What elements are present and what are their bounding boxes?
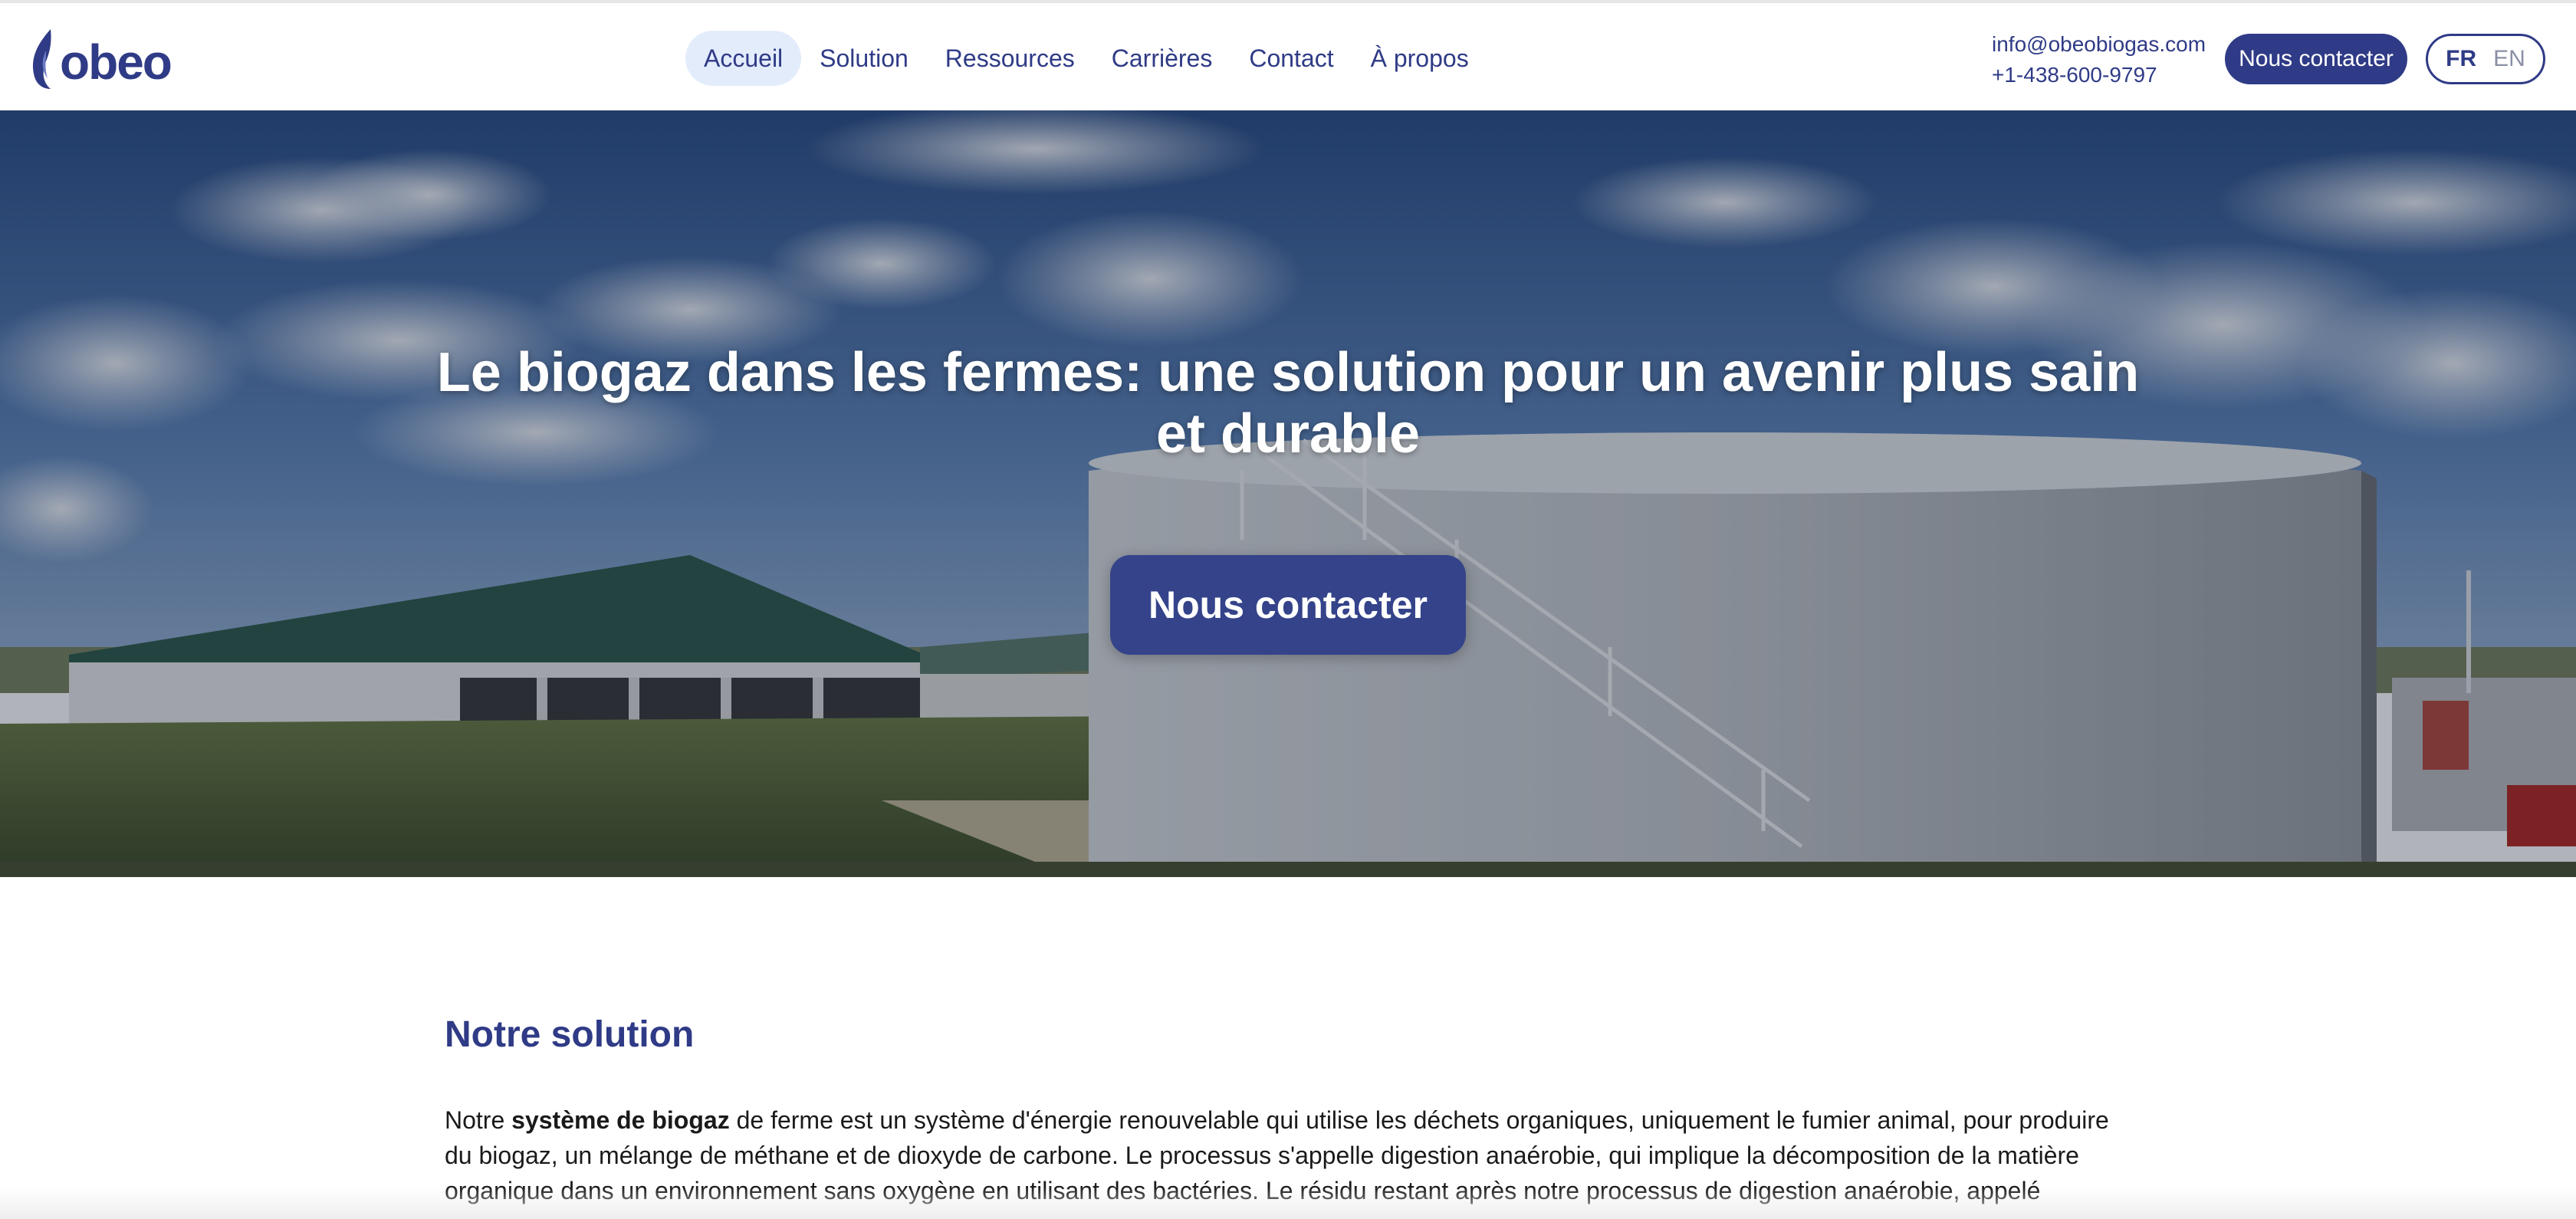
hero-title: Le biogaz dans les fermes: une solution … <box>436 342 2140 465</box>
lang-fr-option[interactable]: FR <box>2446 46 2476 72</box>
hero-overlay <box>0 110 2576 877</box>
lang-en-option[interactable]: EN <box>2493 46 2525 72</box>
language-toggle: FR EN <box>2426 34 2545 84</box>
nav-item-contact[interactable]: Contact <box>1230 31 1352 86</box>
nav-item-a-propos[interactable]: À propos <box>1352 31 1487 86</box>
nav-item-ressources[interactable]: Ressources <box>927 31 1093 86</box>
hero-contact-button[interactable]: Nous contacter <box>1110 555 1466 655</box>
main-nav: Accueil Solution Ressources Carrières Co… <box>685 31 1487 86</box>
paragraph-intro: Notre <box>445 1106 512 1134</box>
logo-text: obeo <box>60 34 172 90</box>
contact-info: info@obeobiogas.com +1-438-600-9797 <box>1992 29 2206 90</box>
nav-item-carrieres[interactable]: Carrières <box>1093 31 1231 86</box>
site-header: obeo Accueil Solution Ressources Carrièr… <box>0 0 2576 110</box>
email-link[interactable]: info@obeobiogas.com <box>1992 29 2206 60</box>
hero-banner: Le biogaz dans les fermes: une solution … <box>0 110 2576 877</box>
header-contact-button[interactable]: Nous contacter <box>2225 34 2407 84</box>
section-title: Notre solution <box>445 1014 695 1055</box>
phone-link[interactable]: +1-438-600-9797 <box>1992 60 2206 90</box>
nav-item-accueil[interactable]: Accueil <box>685 31 802 86</box>
obeo-logo[interactable]: obeo <box>28 26 172 92</box>
paragraph-bold: système de biogaz <box>511 1106 730 1134</box>
flame-icon <box>32 29 51 89</box>
section-paragraph: Notre système de biogaz de ferme est un … <box>445 1102 2131 1208</box>
solution-section: Notre solution Notre système de biogaz d… <box>445 1004 2131 1208</box>
nav-item-solution[interactable]: Solution <box>801 31 927 86</box>
